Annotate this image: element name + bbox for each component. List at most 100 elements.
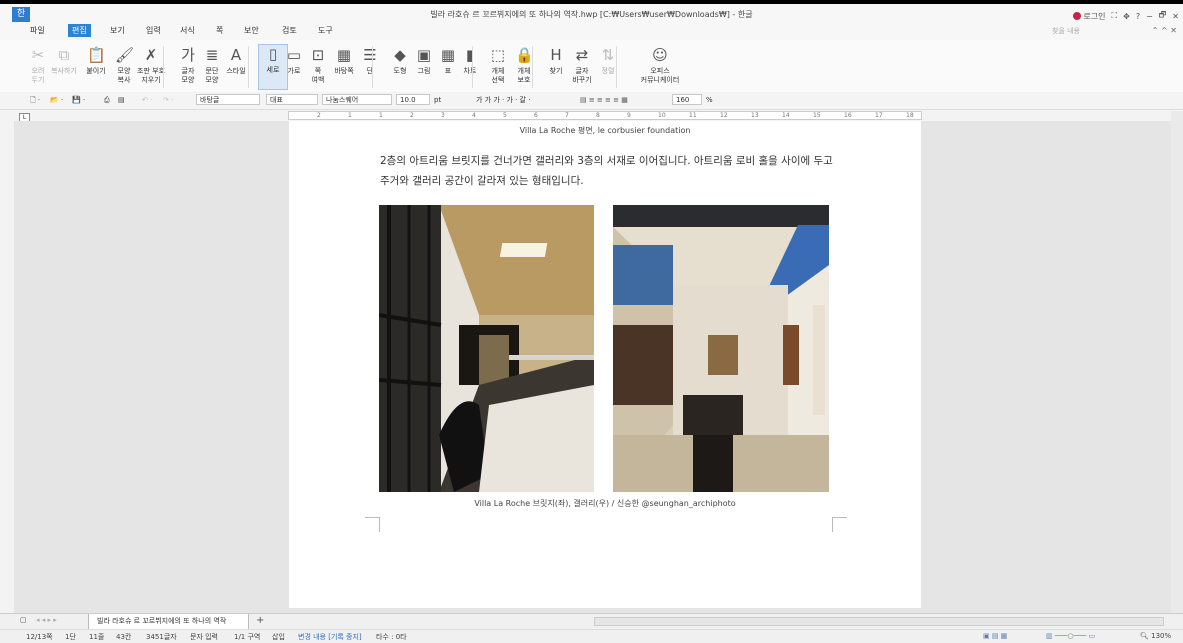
char-shape-icon: 가 <box>181 46 195 64</box>
zoom-unit[interactable]: % <box>706 94 713 106</box>
menu-file[interactable]: 파일 <box>30 25 45 36</box>
zoom-icon: 🔍︎ <box>1140 632 1152 640</box>
redo-icon[interactable]: ↷ · <box>163 94 173 106</box>
minimize-button[interactable]: − <box>1146 12 1153 21</box>
ribbon-toggle-icon[interactable]: ⌃ ^ ✕ <box>1152 26 1177 35</box>
tab-list-icon[interactable]: ▢ <box>20 616 27 624</box>
save-icon[interactable]: 💾 · <box>72 94 85 106</box>
ribbon-button-copy[interactable]: ⧉ 복사하기 <box>50 46 78 76</box>
ruler-number: 10 <box>658 112 666 119</box>
gallery-photo-image <box>613 205 829 492</box>
ribbon-button-columns[interactable]: ☰ 단 <box>356 46 384 76</box>
ribbon-button-label: 그림 <box>417 67 431 75</box>
ribbon-button-protect-object[interactable]: 🔒 개체 보호 <box>510 46 538 85</box>
status-line: 11줄 <box>89 633 105 641</box>
menu-insert[interactable]: 입력 <box>146 25 161 36</box>
ribbon-separator <box>248 46 249 88</box>
status-track-changes[interactable]: 변경 내용 [기록 중지] <box>298 632 362 642</box>
menu-edit[interactable]: 편집 <box>68 24 91 37</box>
window-title: 빌라 라호슈 르 꼬르뷔지에의 또 하나의 역작.hwp [C:₩Users₩u… <box>430 10 753 19</box>
ruler-number: 1 <box>348 112 352 119</box>
ribbon-button-communicator[interactable]: ☺ 오피스 커뮤니케이터 <box>638 46 682 85</box>
menu-format[interactable]: 서식 <box>180 25 195 36</box>
close-button[interactable]: ✕ <box>1172 12 1179 21</box>
ribbon-button-label: 찾기 <box>549 67 563 75</box>
undo-icon[interactable]: ↶ · <box>142 94 152 106</box>
horizontal-ruler[interactable]: 2 1 1 2 3 4 5 6 7 8 9 10 11 12 13 14 15 16 17 18 <box>288 111 922 120</box>
ribbon-button-label: 정렬 <box>601 67 615 75</box>
preview-icon[interactable]: ▤ <box>118 94 125 106</box>
add-tab-button[interactable]: + <box>256 615 264 626</box>
zoom-slider[interactable]: ▥ ───○─── ▭ <box>1046 632 1095 640</box>
document-page[interactable]: Villa La Roche 평면, le corbusier foundati… <box>289 121 921 608</box>
master-page-icon: ▦ <box>336 46 352 64</box>
find-icon: H <box>550 46 562 64</box>
ribbon-button-label: 모양 복사 <box>117 67 131 84</box>
communicator-icon: ☺ <box>652 46 668 64</box>
restore-button[interactable]: 🗗 <box>1159 9 1167 23</box>
protect-object-icon: 🔒 <box>515 46 534 64</box>
caption-top: Villa La Roche 평면, le corbusier foundati… <box>519 126 691 135</box>
crop-mark-right <box>832 517 847 532</box>
landscape-icon: ▭ <box>286 46 302 64</box>
language-select[interactable]: 대표 <box>266 94 318 105</box>
ribbon-button-label: 붙이기 <box>86 67 106 75</box>
replace-icon: ⇄ <box>575 46 589 64</box>
zoom-level[interactable]: 🔍︎ 130% <box>1140 632 1171 640</box>
zoom-input[interactable]: 160 <box>672 94 702 105</box>
menu-tools[interactable]: 도구 <box>318 25 333 36</box>
format-toolbar: 🗋 · 📂 · 💾 · ⎙ ▤ ↶ · ↷ · 바탕글 대표 나눔스퀘어 10.… <box>0 92 1183 110</box>
ribbon-button-scissors[interactable]: ✂ 오려 두기 <box>24 46 52 85</box>
ribbon-button-label: 바탕쪽 <box>334 67 354 75</box>
ribbon-button-find[interactable]: H 찾기 <box>542 46 570 76</box>
ribbon-button-clear-marks[interactable]: ✗ 조판 부호 지우기 <box>137 46 165 85</box>
ribbon-button-label: 도형 <box>393 67 407 75</box>
bridge-photo[interactable] <box>379 205 594 492</box>
menu-search-input[interactable]: 찾을 내용 <box>1052 26 1080 36</box>
clear-marks-icon: ✗ <box>144 46 158 64</box>
open-icon[interactable]: 📂 · <box>50 94 63 106</box>
ribbon-button-format-painter[interactable]: 🖌 모양 복사 <box>110 46 138 85</box>
view-mode-icons[interactable]: ▣ ▤ ▦ <box>983 632 1007 640</box>
menu-review[interactable]: 검토 <box>282 25 297 36</box>
ribbon-button-margin[interactable]: ⊡ 쪽 여백 <box>304 46 332 85</box>
font-size-input[interactable]: 10.0 <box>396 94 430 105</box>
ruler-number: 13 <box>751 112 759 119</box>
new-doc-icon[interactable]: 🗋 · <box>30 94 40 106</box>
status-bar: 12/13쪽 1단 11줄 43칸 3451글자 문자 입력 1/1 구역 삽입… <box>0 629 1183 643</box>
status-insert[interactable]: 삽입 <box>272 632 285 642</box>
fullscreen-icon[interactable]: ⛶ <box>1112 11 1118 21</box>
vertical-scrollbar[interactable] <box>1171 111 1183 613</box>
login-button[interactable]: 로그인 <box>1073 11 1106 22</box>
horizontal-scrollbar[interactable] <box>594 617 1164 626</box>
table-icon: ▦ <box>440 46 456 64</box>
ribbon-button-paste[interactable]: 📋 붙이기 <box>82 46 110 76</box>
char-format-buttons[interactable]: 가 가 가 · 가 · 갈 · <box>476 94 530 106</box>
menu-page[interactable]: 쪽 <box>216 25 223 36</box>
ribbon-button-label: 개체 선택 <box>491 67 505 84</box>
ribbon-button-chart[interactable]: ▮ 차트 <box>456 46 484 76</box>
gallery-photo[interactable] <box>613 205 829 492</box>
ruler-number: 2 <box>317 112 321 119</box>
font-unit[interactable]: pt <box>434 94 441 106</box>
bridge-photo-image <box>379 205 594 492</box>
align-buttons[interactable]: ▤ ≡ ≡ ≡ ≡ ▦ <box>580 94 628 106</box>
ribbon-button-style[interactable]: A 스타일 <box>222 46 250 76</box>
menu-security[interactable]: 보안 <box>244 25 259 36</box>
ruler-number: 9 <box>627 112 631 119</box>
ribbon-button-sort[interactable]: ⇅ 정렬 <box>594 46 622 76</box>
ribbon-button-replace[interactable]: ⇄ 글자 바꾸기 <box>568 46 596 85</box>
style-select[interactable]: 바탕글 <box>196 94 260 105</box>
tab-document[interactable]: 빌라 라호슈 르 꼬르뷔지에의 또 하나의 역작 <box>88 614 250 630</box>
tab-nav-icon[interactable]: ◂ ◂ ▸ ▸ <box>36 616 57 624</box>
ribbon-button-label: 오피스 커뮤니케이터 <box>640 67 680 84</box>
ribbon-separator <box>372 46 373 88</box>
print-icon[interactable]: ⎙ <box>104 94 110 106</box>
style-icon: A <box>230 46 242 64</box>
ribbon-button-master-page[interactable]: ▦ 바탕쪽 <box>330 46 358 76</box>
help-icon[interactable]: ? <box>1136 12 1140 21</box>
ribbon-button-select-object[interactable]: ⬚ 개체 선택 <box>484 46 512 85</box>
menu-view[interactable]: 보기 <box>110 25 125 36</box>
font-select[interactable]: 나눔스퀘어 <box>322 94 392 105</box>
move-icon[interactable]: ✥ <box>1123 12 1130 21</box>
